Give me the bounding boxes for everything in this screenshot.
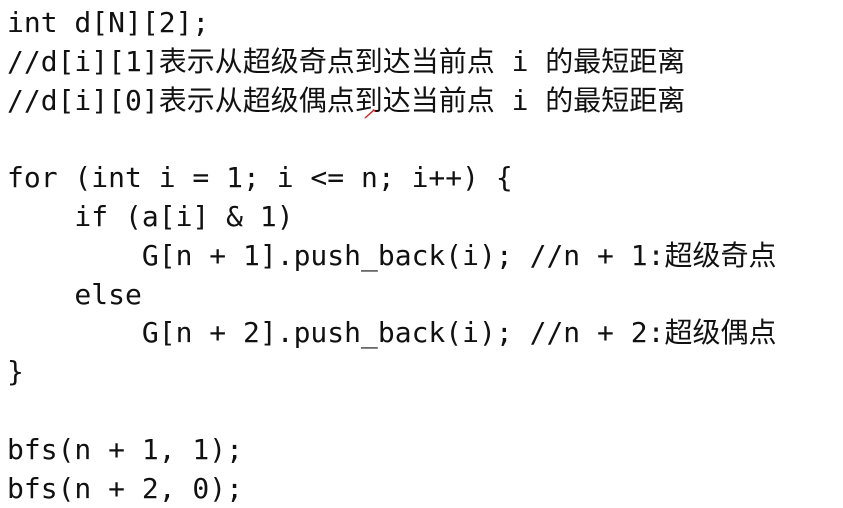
code-line-5: for (int i = 1; i <= n; i++) {	[7, 161, 513, 195]
code-line-10: }	[7, 355, 24, 389]
code-line-8: else	[7, 277, 142, 311]
code-block: int d[N][2]; //d[i][1]表示从超级奇点到达当前点 i 的最短距…	[7, 4, 776, 508]
code-line-3: //d[i][0]表示从超级偶点到达当前点 i 的最短距离	[7, 83, 686, 117]
code-line-13: bfs(n + 2, 0);	[7, 471, 244, 505]
code-line-7: G[n + 1].push_back(i); //n + 1:超级奇点	[7, 238, 777, 272]
code-line-9: G[n + 2].push_back(i); //n + 2:超级偶点	[7, 316, 777, 350]
code-line-6: if (a[i] & 1)	[7, 199, 294, 233]
code-line-1: int d[N][2];	[7, 6, 210, 39]
code-line-12: bfs(n + 1, 1);	[7, 432, 244, 466]
code-line-2: //d[i][1]表示从超级奇点到达当前点 i 的最短距离	[7, 44, 686, 78]
pen-cursor-icon	[364, 109, 376, 119]
